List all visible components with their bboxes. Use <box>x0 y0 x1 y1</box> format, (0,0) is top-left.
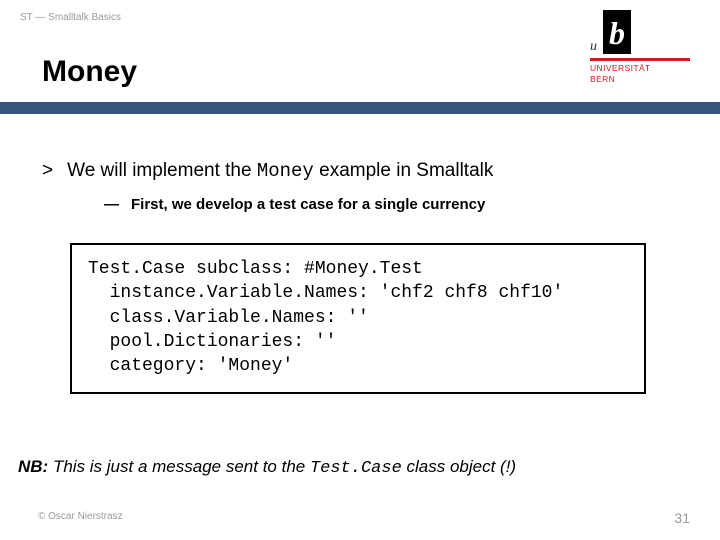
title-underline-bar <box>0 102 720 114</box>
slide-content: > We will implement the Money example in… <box>0 130 720 394</box>
logo-top-row: u b <box>590 10 690 54</box>
logo-red-stripe <box>590 58 690 61</box>
slide-header: ST — Smalltalk Basics Money u b UNIVERSI… <box>0 0 720 130</box>
sub-bullet-dash: — <box>104 196 119 213</box>
course-tag: ST — Smalltalk Basics <box>20 12 121 23</box>
nb-pre: This is just a message sent to the <box>48 457 310 476</box>
nb-mono: Test.Case <box>310 459 402 478</box>
university-logo: u b UNIVERSITÄT BERN <box>590 10 690 85</box>
nb-note: NB: This is just a message sent to the T… <box>18 457 516 478</box>
bullet-main: > We will implement the Money example in… <box>42 160 678 182</box>
footer-page-number: 31 <box>674 510 690 526</box>
sub-bullet: — First, we develop a test case for a si… <box>104 196 678 213</box>
bullet-text: We will implement the Money example in S… <box>67 160 493 182</box>
nb-post: class object (!) <box>402 457 516 476</box>
slide-title: Money <box>42 55 137 89</box>
code-block: Test.Case subclass: #Money.Test instance… <box>70 243 646 394</box>
bullet-text-pre: We will implement the <box>67 160 257 181</box>
logo-bern-label: BERN <box>590 74 690 85</box>
logo-university-label: UNIVERSITÄT <box>590 63 690 74</box>
logo-b-glyph: b <box>603 10 631 54</box>
bullet-mono: Money <box>257 160 314 182</box>
nb-label: NB: <box>18 457 48 476</box>
sub-bullet-text: First, we develop a test case for a sing… <box>131 196 485 213</box>
bullet-text-post: example in Smalltalk <box>314 160 494 181</box>
logo-u-glyph: u <box>590 40 597 54</box>
footer-copyright: © Oscar Nierstrasz <box>38 511 123 522</box>
bullet-symbol: > <box>42 160 53 182</box>
